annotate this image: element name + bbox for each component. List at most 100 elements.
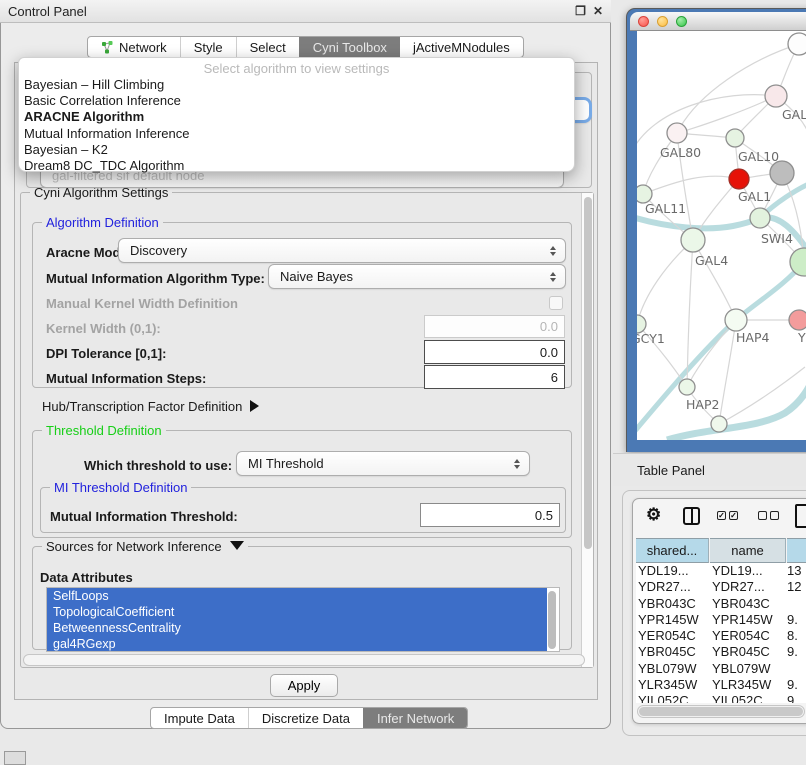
tab-impute-data[interactable]: Impute Data — [151, 708, 248, 728]
table-scrollbar-thumb[interactable] — [639, 707, 803, 716]
table-row[interactable]: YPR145WYPR145W9. — [636, 612, 806, 628]
dropdown-item[interactable]: Basic Correlation Inference — [19, 93, 574, 109]
table-row[interactable]: YLR345WYLR345W9. — [636, 677, 806, 693]
which-threshold-combo[interactable]: MI Threshold — [236, 451, 530, 476]
table-row[interactable]: YDL19...YDL19...13 — [636, 563, 806, 579]
gear-icon[interactable]: ⚙ — [646, 505, 661, 525]
dropdown-item[interactable]: Bayesian – K2 — [19, 142, 574, 158]
threshold-definition-title: Threshold Definition — [42, 423, 166, 438]
table-row[interactable]: YER054CYER054C8. — [636, 628, 806, 644]
algorithm-definition-title: Algorithm Definition — [42, 215, 163, 230]
network-node-gal[interactable] — [765, 85, 787, 107]
column-header-partial[interactable] — [787, 538, 806, 563]
manual-kernel-label: Manual Kernel Width Definition — [46, 296, 238, 311]
split-columns-icon[interactable] — [683, 507, 700, 525]
table-cell: YLR345W — [709, 677, 787, 693]
manual-kernel-checkbox[interactable] — [549, 296, 563, 310]
network-node-gal4[interactable] — [681, 228, 705, 252]
settings-vertical-scrollbar-thumb[interactable] — [584, 197, 592, 549]
tab-discretize-data[interactable]: Discretize Data — [248, 708, 363, 728]
node-label: HAP4 — [736, 330, 769, 345]
tab-infer-network[interactable]: Infer Network — [363, 708, 467, 728]
network-node-hap2[interactable] — [679, 379, 695, 395]
dropdown-item[interactable]: Dream8 DC_TDC Algorithm — [19, 158, 574, 174]
table-cell: YDR27... — [709, 579, 787, 595]
tab-label: Select — [250, 40, 286, 55]
mi-type-combo[interactable]: Naive Bayes — [268, 264, 566, 289]
table-cell: YDL19... — [636, 563, 709, 579]
mi-steps-field[interactable]: 6 — [424, 365, 565, 389]
settings-horizontal-scrollbar[interactable] — [23, 654, 585, 666]
network-node[interactable] — [711, 416, 727, 432]
algorithm-dropdown-items: Bayesian – Hill ClimbingBasic Correlatio… — [19, 77, 574, 174]
tab-style[interactable]: Style — [180, 37, 236, 57]
table-row[interactable]: YBL079WYBL079W — [636, 661, 806, 677]
attribute-list-item[interactable]: SelfLoops — [47, 588, 547, 604]
tab-cyni-toolbox[interactable]: Cyni Toolbox — [299, 37, 400, 57]
node-label: SWI4 — [761, 231, 793, 246]
apply-button-label: Apply — [288, 678, 321, 693]
control-panel-title: Control Panel — [8, 4, 87, 19]
tab-jactivemnodules[interactable]: jActiveMNodules — [400, 37, 523, 57]
mi-type-value: Naive Bayes — [280, 269, 353, 284]
network-window-titlebar[interactable] — [630, 12, 806, 31]
minimized-panel-button[interactable] — [4, 751, 26, 765]
page-icon[interactable] — [795, 504, 806, 528]
kernel-width-value: 0.0 — [540, 319, 558, 334]
network-node-gal80[interactable] — [667, 123, 687, 143]
minimize-window-icon[interactable] — [657, 16, 668, 27]
network-node[interactable] — [788, 33, 806, 55]
table-cell: YIL052C — [636, 693, 709, 703]
combo-arrows-icon — [541, 246, 565, 256]
network-node-y[interactable] — [789, 310, 806, 330]
tab-select[interactable]: Select — [236, 37, 299, 57]
attribute-list-item[interactable]: gal4RGexp — [47, 636, 547, 652]
hub-definition-label: Hub/Transcription Factor Definition — [42, 399, 242, 414]
attribute-list-item[interactable]: BetweennessCentrality — [47, 620, 547, 636]
network-canvas[interactable]: GALGAL80GAL10GAL1GAL11SWI4GAL4GCY1HAP4YH… — [637, 31, 806, 440]
settings-vertical-scrollbar[interactable] — [581, 193, 593, 667]
tab-label: Infer Network — [377, 711, 454, 726]
dropdown-item[interactable]: ARACNE Algorithm — [19, 109, 574, 125]
aracne-mode-combo[interactable]: Discovery — [118, 238, 566, 263]
hub-definition-toggle[interactable]: Hub/Transcription Factor Definition — [42, 399, 259, 414]
table-row[interactable]: YBR045CYBR045C9. — [636, 644, 806, 660]
tab-label: Cyni Toolbox — [313, 40, 387, 55]
network-node[interactable] — [770, 161, 794, 185]
float-window-icon[interactable]: ❐ — [575, 4, 586, 18]
table-cell: 12 — [787, 579, 806, 595]
apply-button[interactable]: Apply — [270, 674, 338, 697]
network-nodes[interactable]: GALGAL80GAL10GAL1GAL11SWI4GAL4GCY1HAP4YH… — [637, 33, 806, 432]
zoom-window-icon[interactable] — [676, 16, 687, 27]
kernel-width-field[interactable]: 0.0 — [424, 315, 565, 338]
tab-network[interactable]: Network — [88, 37, 180, 57]
network-node-hap4[interactable] — [725, 309, 747, 331]
table-row[interactable]: YBR043CYBR043C — [636, 596, 806, 612]
node-table[interactable]: YDL19...YDL19...13YDR27...YDR27...12YBR0… — [636, 563, 806, 703]
expand-right-icon[interactable] — [250, 400, 259, 412]
table-row[interactable]: YDR27...YDR27...12 — [636, 579, 806, 595]
network-node-gal10[interactable] — [726, 129, 744, 147]
mi-threshold-label: Mutual Information Threshold: — [50, 509, 238, 524]
dpi-tolerance-field[interactable]: 0.0 — [424, 340, 565, 364]
tab-label: jActiveMNodules — [413, 40, 510, 55]
select-all-checks-icon[interactable]: ✓✓ — [717, 511, 738, 520]
attribute-list-item[interactable]: TopologicalCoefficient — [47, 604, 547, 620]
network-node-gal1[interactable] — [729, 169, 749, 189]
attributes-scrollbar-thumb[interactable] — [548, 591, 556, 649]
network-node-swi4[interactable] — [750, 208, 770, 228]
column-header-name[interactable]: name — [710, 538, 786, 563]
data-attributes-list[interactable]: SelfLoopsTopologicalCoefficientBetweenne… — [46, 587, 560, 652]
deselect-checks-icon[interactable] — [758, 511, 779, 520]
close-panel-icon[interactable]: ✕ — [593, 4, 603, 18]
dropdown-item[interactable]: Mutual Information Inference — [19, 126, 574, 142]
table-row[interactable]: YIL052CYIL052C9 — [636, 693, 806, 703]
mi-threshold-field[interactable]: 0.5 — [420, 503, 560, 527]
dropdown-item[interactable]: Bayesian – Hill Climbing — [19, 77, 574, 93]
collapse-down-icon[interactable] — [230, 541, 244, 550]
column-header-shared-name[interactable]: shared... — [636, 538, 709, 563]
table-horizontal-scrollbar[interactable] — [637, 705, 805, 718]
close-window-icon[interactable] — [638, 16, 649, 27]
sources-toggle[interactable]: Sources for Network Inference — [42, 539, 248, 554]
mi-type-label: Mutual Information Algorithm Type: — [46, 271, 265, 286]
